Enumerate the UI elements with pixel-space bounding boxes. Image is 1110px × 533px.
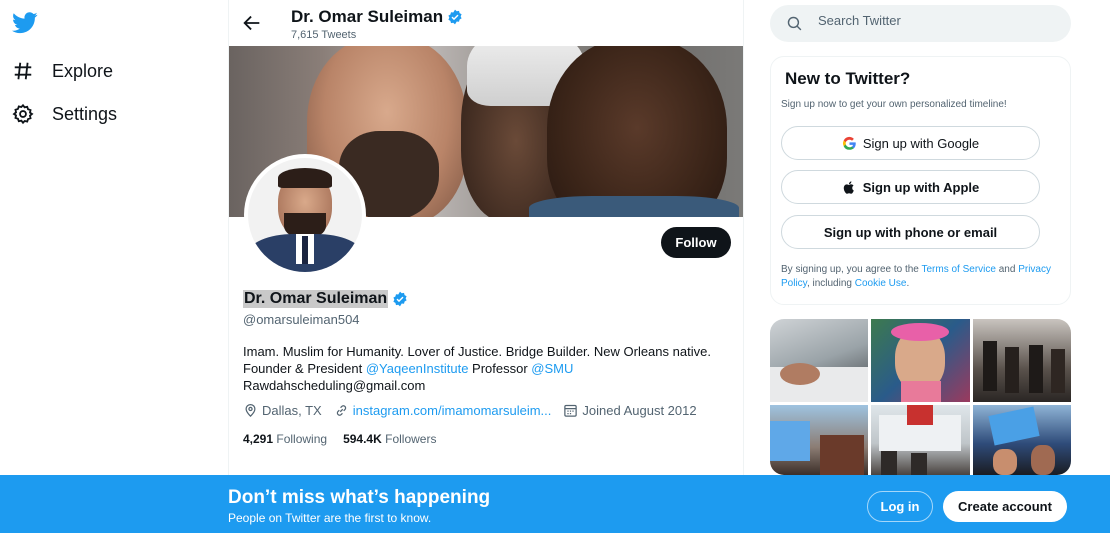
followers-count: 594.4K [343, 432, 382, 446]
media-thumbnail[interactable] [973, 319, 1071, 402]
nav-settings-label: Settings [52, 103, 118, 124]
search-icon [787, 16, 802, 31]
banner-title: Don’t miss what’s happening [228, 487, 491, 508]
login-button[interactable]: Log in [867, 491, 933, 522]
location-text: Dallas, TX [262, 403, 322, 418]
website-link[interactable]: instagram.com/imamomarsuleim... [353, 403, 552, 418]
hashtag-icon [14, 62, 32, 80]
follow-counts: 4,291 Following 594.4K Followers [243, 432, 436, 446]
cookie-use-link[interactable]: Cookie Use [855, 278, 907, 289]
followers-link[interactable]: 594.4K Followers [343, 432, 436, 446]
bio-mention-smu[interactable]: @SMU [531, 361, 573, 376]
back-arrow-icon[interactable] [241, 12, 263, 34]
following-label: Following [276, 432, 328, 446]
nav-explore[interactable]: Explore [12, 60, 113, 82]
apple-icon [843, 180, 854, 194]
signup-phone-email-label: Sign up with phone or email [823, 224, 998, 240]
profile-handle: @omarsuleiman504 [243, 312, 360, 327]
profile-name-text: Dr. Omar Suleiman [243, 290, 389, 308]
bottom-signup-banner: Don’t miss what’s happening People on Tw… [0, 475, 1110, 533]
signup-apple-button[interactable]: Sign up with Apple [781, 170, 1040, 204]
profile-column: Dr. Omar Suleiman 7,615 Tweets Follow Dr… [228, 0, 744, 533]
terms-of-service-link[interactable]: Terms of Service [921, 264, 995, 275]
bio-line-1: Imam. Muslim for Humanity. Lover of Just… [243, 344, 711, 359]
media-thumbnail[interactable] [770, 319, 868, 402]
new-to-twitter-panel: New to Twitter? Sign up now to get your … [770, 56, 1071, 305]
verified-badge-icon [393, 291, 407, 307]
nav-explore-label: Explore [52, 60, 114, 81]
media-thumbnail[interactable] [871, 405, 970, 475]
bio-text: Founder & President [243, 361, 366, 376]
following-count: 4,291 [243, 432, 274, 446]
verified-badge-icon [448, 9, 462, 25]
google-icon [842, 136, 856, 150]
profile-header-bar: Dr. Omar Suleiman 7,615 Tweets [229, 0, 743, 46]
signup-phone-email-button[interactable]: Sign up with phone or email [781, 215, 1040, 249]
followers-label: Followers [385, 432, 437, 446]
header-name: Dr. Omar Suleiman [291, 7, 463, 27]
profile-meta: Dallas, TX instagram.com/imamomarsuleim.… [243, 403, 709, 418]
bio-mention-yaqeen[interactable]: @YaqeenInstitute [366, 361, 469, 376]
create-account-button[interactable]: Create account [943, 491, 1067, 522]
signup-apple-label: Sign up with Apple [862, 179, 980, 195]
gear-icon [12, 103, 34, 125]
profile-bio: Imam. Muslim for Humanity. Lover of Just… [243, 343, 733, 394]
website: instagram.com/imamomarsuleim... [334, 403, 552, 418]
bio-line-3: Rawdahscheduling@gmail.com [243, 378, 426, 393]
joined-text: Joined August 2012 [582, 403, 697, 418]
media-thumbnail[interactable] [871, 319, 970, 402]
header-tweet-count: 7,615 Tweets [291, 29, 357, 41]
location: Dallas, TX [243, 403, 322, 418]
search-box[interactable] [770, 5, 1071, 42]
left-nav: Explore Settings [0, 0, 228, 533]
terms-text: and [995, 264, 1019, 275]
following-link[interactable]: 4,291 Following [243, 432, 327, 446]
media-thumbnail[interactable] [973, 405, 1071, 475]
bio-text: Professor [468, 361, 532, 376]
terms-text: . [906, 278, 910, 289]
signup-google-label: Sign up with Google [862, 135, 980, 151]
banner-subtitle: People on Twitter are the first to know. [228, 511, 432, 525]
media-grid [770, 319, 1071, 475]
avatar-image [248, 158, 362, 272]
media-thumbnail[interactable] [770, 405, 868, 475]
nav-settings[interactable]: Settings [12, 103, 117, 125]
signup-google-button[interactable]: Sign up with Google [781, 126, 1040, 160]
bio-line-2: Founder & President @YaqeenInstitute Pro… [243, 360, 733, 377]
follow-button[interactable]: Follow [661, 227, 731, 258]
terms-text: , including [806, 278, 855, 289]
header-name-text: Dr. Omar Suleiman [291, 7, 444, 26]
panel-title: New to Twitter? [785, 69, 911, 88]
profile-name: Dr. Omar Suleiman [243, 290, 408, 308]
profile-avatar[interactable] [244, 154, 366, 276]
signup-terms: By signing up, you agree to the Terms of… [781, 263, 1061, 291]
panel-subtitle: Sign up now to get your own personalized… [781, 99, 1007, 110]
joined-date: Joined August 2012 [563, 403, 697, 418]
twitter-bird-icon[interactable] [12, 12, 38, 34]
search-input[interactable] [818, 13, 1048, 28]
calendar-icon [564, 404, 578, 417]
terms-text: By signing up, you agree to the [781, 264, 922, 275]
location-pin-icon [245, 403, 256, 417]
link-icon [336, 405, 346, 416]
